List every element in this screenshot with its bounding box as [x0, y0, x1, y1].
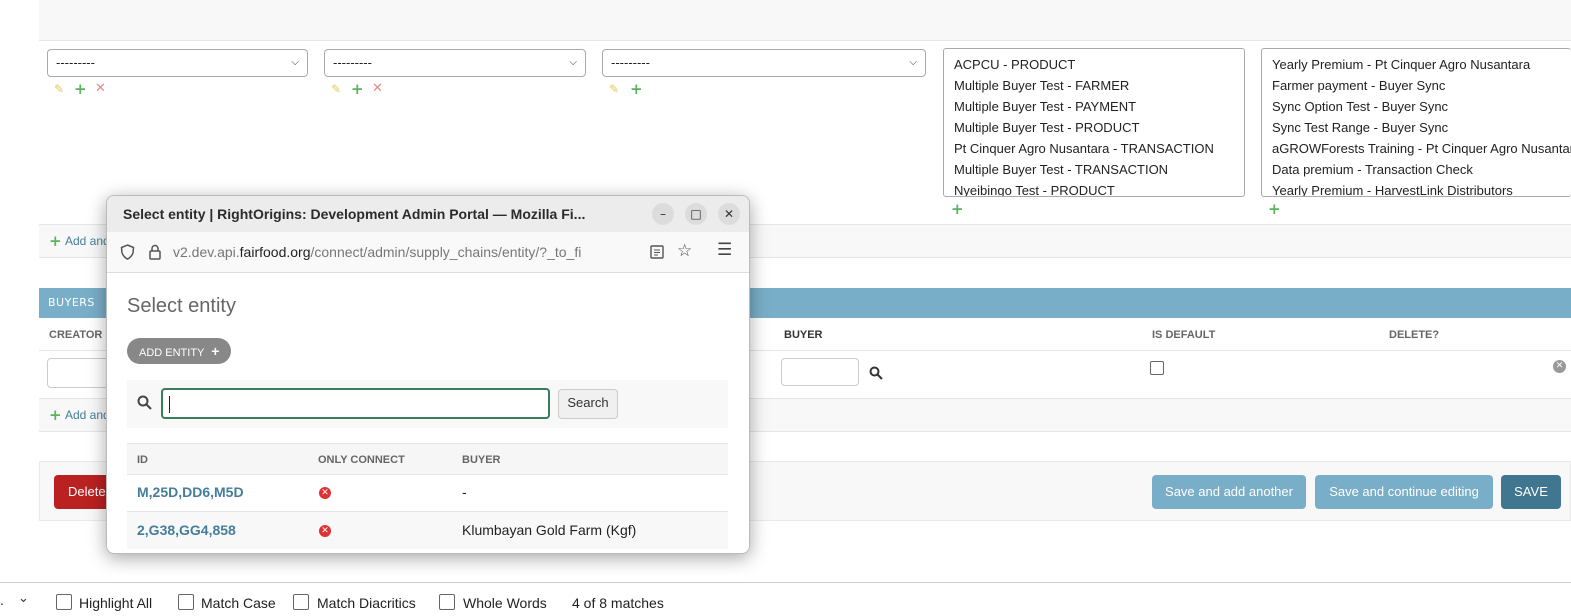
- add-plus-icon[interactable]: +: [1268, 200, 1281, 218]
- select-entity-popup-window: Select entity | RightOrigins: Developmen…: [106, 195, 750, 554]
- search-button[interactable]: Search: [558, 389, 618, 419]
- top-band: [39, 0, 1571, 41]
- match-diacritics-label[interactable]: Match Diacritics: [317, 595, 416, 611]
- add-entity-button[interactable]: ADD ENTITY +: [127, 338, 232, 364]
- find-bar: . ⌄ Highlight All Match Case Match Diacr…: [0, 582, 1571, 616]
- chevron-down-icon: ⌵: [291, 57, 299, 68]
- no-icon: ✕: [319, 487, 331, 499]
- page-heading: Select entity: [127, 295, 236, 317]
- is-default-checkbox[interactable]: [1150, 361, 1164, 375]
- list-option[interactable]: Sync Option Test - Buyer Sync: [1262, 96, 1571, 117]
- list-option[interactable]: Pt Cinquer Agro Nusantara - TRANSACTION: [944, 138, 1244, 159]
- entity-id-link[interactable]: M,25D,DD6,M5D: [137, 484, 244, 500]
- close-icon[interactable]: ✕: [718, 203, 740, 225]
- section-title: BUYERS: [48, 296, 95, 309]
- list-option[interactable]: Sync Test Range - Buyer Sync: [1262, 117, 1571, 138]
- match-diacritics-checkbox[interactable]: [293, 594, 309, 610]
- entity-id-link[interactable]: 2,G38,GG4,858: [137, 522, 236, 538]
- reader-view-icon[interactable]: [650, 245, 664, 259]
- minimize-icon[interactable]: –: [652, 203, 674, 225]
- col-is-default: IS DEFAULT: [1152, 329, 1216, 341]
- save-button[interactable]: SAVE: [1501, 475, 1561, 509]
- multi-select-list-2[interactable]: Yearly Premium - Pt Cinquer Agro Nusanta…: [1261, 48, 1571, 197]
- multi-select-list-1[interactable]: ACPCU - PRODUCT Multiple Buyer Test - FA…: [943, 48, 1245, 197]
- chevron-down-icon[interactable]: ⌄: [18, 591, 29, 606]
- hamburger-menu-icon[interactable]: ☰: [717, 240, 732, 260]
- list-option[interactable]: Multiple Buyer Test - PRODUCT: [944, 117, 1244, 138]
- list-option[interactable]: Farmer payment - Buyer Sync: [1262, 75, 1571, 96]
- add-plus-icon[interactable]: +: [351, 80, 364, 98]
- results-table-header: ID ONLY CONNECT BUYER: [127, 443, 728, 475]
- col-delete: DELETE?: [1389, 329, 1440, 341]
- match-count: 4 of 8 matches: [572, 595, 664, 611]
- highlight-all-label[interactable]: Highlight All: [79, 595, 152, 611]
- select-field-2[interactable]: --------- ⌵: [324, 49, 586, 77]
- whole-words-checkbox[interactable]: [439, 594, 455, 610]
- edit-pencil-icon[interactable]: ✎: [331, 82, 341, 96]
- col-id: ID: [137, 454, 148, 466]
- col-creator: CREATOR: [49, 329, 103, 341]
- table-row: M,25D,DD6,M5D ✕ -: [127, 474, 728, 512]
- col-only-connect: ONLY CONNECT: [318, 454, 405, 466]
- match-case-label[interactable]: Match Case: [201, 595, 276, 611]
- add-plus-icon: +: [49, 406, 62, 424]
- select-3-value: ---------: [611, 56, 650, 70]
- lock-icon[interactable]: [148, 244, 162, 260]
- buyer-id-input[interactable]: [781, 358, 859, 386]
- find-input-edge[interactable]: .: [0, 592, 4, 608]
- list-option[interactable]: Data premium - Transaction Check: [1262, 159, 1571, 180]
- whole-words-label[interactable]: Whole Words: [463, 595, 547, 611]
- add-another-link[interactable]: Add and: [65, 408, 110, 422]
- save-and-add-another-button[interactable]: Save and add another: [1152, 475, 1306, 509]
- add-plus-icon[interactable]: +: [74, 80, 87, 98]
- search-toolbar: Search: [127, 380, 728, 428]
- list-option[interactable]: ACPCU - PRODUCT: [944, 54, 1244, 75]
- maximize-icon[interactable]: □: [685, 203, 707, 225]
- search-icon: [137, 395, 152, 410]
- list-option[interactable]: Yearly Premium - HarvestLink Distributor…: [1262, 180, 1571, 196]
- add-entity-label: ADD ENTITY: [139, 347, 205, 359]
- buyer-cell: -: [462, 484, 467, 500]
- buyer-cell: Klumbayan Gold Farm (Kgf): [462, 522, 637, 538]
- add-plus-icon[interactable]: +: [630, 80, 643, 98]
- select-field-3[interactable]: --------- ⌵: [602, 49, 926, 77]
- plus-icon: +: [211, 343, 220, 359]
- edit-pencil-icon[interactable]: ✎: [609, 82, 619, 96]
- list-option[interactable]: Multiple Buyer Test - PAYMENT: [944, 96, 1244, 117]
- remove-row-icon[interactable]: ✕: [1553, 360, 1566, 373]
- url-bar[interactable]: v2.dev.api.fairfood.org/connect/admin/su…: [107, 232, 749, 273]
- add-another-link[interactable]: Add and: [65, 234, 110, 248]
- delete-x-icon[interactable]: ✕: [95, 81, 106, 96]
- save-and-continue-button[interactable]: Save and continue editing: [1315, 475, 1493, 509]
- window-title: Select entity | RightOrigins: Developmen…: [123, 206, 586, 222]
- match-case-checkbox[interactable]: [178, 594, 194, 610]
- search-icon[interactable]: [869, 366, 883, 380]
- add-plus-icon[interactable]: +: [951, 200, 964, 218]
- bookmark-star-icon[interactable]: ☆: [677, 241, 692, 261]
- list-option[interactable]: Multiple Buyer Test - TRANSACTION: [944, 159, 1244, 180]
- highlight-all-checkbox[interactable]: [56, 594, 72, 610]
- edit-pencil-icon[interactable]: ✎: [54, 82, 64, 96]
- col-buyer: BUYER: [462, 454, 501, 466]
- col-buyer: BUYER: [784, 329, 823, 341]
- search-input[interactable]: [161, 388, 550, 419]
- url-text[interactable]: v2.dev.api.fairfood.org/connect/admin/su…: [173, 244, 581, 260]
- select-field-1[interactable]: --------- ⌵: [47, 49, 308, 77]
- window-titlebar: Select entity | RightOrigins: Developmen…: [107, 196, 749, 232]
- select-1-value: ---------: [56, 56, 95, 70]
- chevron-down-icon: ⌵: [909, 57, 917, 68]
- delete-x-icon[interactable]: ✕: [372, 81, 383, 96]
- no-icon: ✕: [319, 525, 331, 537]
- list-option[interactable]: Multiple Buyer Test - FARMER: [944, 75, 1244, 96]
- table-row: 2,G38,GG4,858 ✕ Klumbayan Gold Farm (Kgf…: [127, 512, 728, 549]
- text-cursor: [169, 396, 170, 413]
- list-option[interactable]: Yearly Premium - Pt Cinquer Agro Nusanta…: [1262, 54, 1571, 75]
- shield-icon[interactable]: [120, 244, 135, 260]
- chevron-down-icon: ⌵: [569, 57, 577, 68]
- add-plus-icon: +: [49, 232, 62, 250]
- list-option[interactable]: aGROWForests Training - Pt Cinquer Agro …: [1262, 138, 1571, 159]
- list-option[interactable]: Nyeibingo Test - PRODUCT: [944, 180, 1244, 196]
- select-2-value: ---------: [333, 56, 372, 70]
